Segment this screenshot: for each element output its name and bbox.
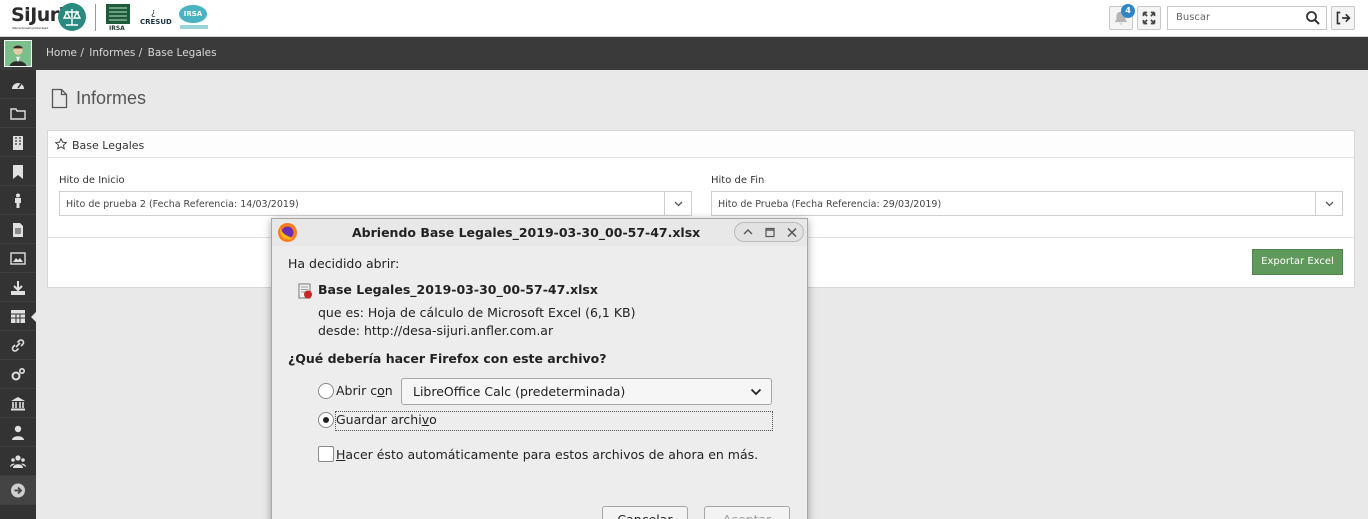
page-title: Informes: [76, 88, 147, 108]
chevron-down-icon: [750, 388, 762, 396]
sidebar-item-dashboard[interactable]: [0, 70, 36, 99]
sidebar-item-users[interactable]: [0, 447, 36, 476]
bookmark-icon: [13, 165, 23, 179]
window-controls: [734, 222, 804, 242]
hito-fin-select[interactable]: Hito de Prueba (Fecha Referencia: 29/03/…: [711, 191, 1343, 216]
logo-tagline: Sistema de Gestión Jurídica Integral: [12, 26, 48, 30]
export-excel-button[interactable]: Exportar Excel: [1252, 249, 1343, 275]
image-icon: [10, 252, 26, 265]
auto-action-checkbox[interactable]: [318, 446, 334, 462]
sidebar-item-image[interactable]: [0, 244, 36, 273]
logout-button[interactable]: [1331, 6, 1355, 30]
dialog-intro: Ha decidido abrir:: [288, 256, 400, 271]
download-dialog: Abriendo Base Legales_2019-03-30_00-57-4…: [271, 218, 808, 519]
sidebar: [0, 70, 36, 519]
sidebar-item-institution[interactable]: [0, 389, 36, 418]
dialog-titlebar[interactable]: Abriendo Base Legales_2019-03-30_00-57-4…: [272, 219, 807, 246]
breadcrumb-current: Base Legales: [147, 47, 217, 59]
folder-icon: [10, 108, 26, 120]
open-with-label[interactable]: Abrir con: [336, 383, 393, 398]
irsa-commercial-logo: IRSA: [179, 5, 207, 23]
dialog-filename: Base Legales_2019-03-30_00-57-47.xlsx: [318, 282, 598, 297]
sidebar-item-bookmark[interactable]: [0, 157, 36, 186]
top-header: SiJuri Sistema de Gestión Jurídica Integ…: [0, 0, 1368, 37]
hito-inicio-value: Hito de prueba 2 (Fecha Referencia: 14/0…: [66, 199, 299, 210]
irsa-logo-label: IRSA: [109, 25, 125, 32]
open-with-app-value: LibreOffice Calc (predeterminada): [413, 384, 626, 399]
hito-fin-label: Hito de Fin: [711, 175, 765, 186]
sidebar-item-download[interactable]: [0, 273, 36, 302]
hito-inicio-select[interactable]: Hito de prueba 2 (Fecha Referencia: 14/0…: [59, 191, 692, 216]
download-icon: [11, 281, 25, 295]
sidebar-item-person[interactable]: [0, 186, 36, 215]
save-file-radio[interactable]: [318, 412, 334, 428]
auto-action-label[interactable]: Hacer ésto automáticamente para estos ar…: [336, 447, 758, 462]
chevron-down-icon: [664, 192, 691, 215]
cancel-button[interactable]: Cancelar: [602, 506, 688, 519]
close-icon[interactable]: [784, 225, 800, 240]
dialog-question: ¿Qué debería hacer Firefox con este arch…: [288, 351, 607, 366]
sijuri-logo[interactable]: SiJuri Sistema de Gestión Jurídica Integ…: [11, 4, 65, 30]
irsa-commercial-logo-sub: [180, 25, 208, 29]
fullscreen-button[interactable]: [1137, 6, 1161, 30]
open-with-radio[interactable]: [318, 383, 334, 399]
breadcrumb: Home / Informes / Base Legales: [46, 47, 219, 59]
institution-icon: [11, 397, 25, 411]
maximize-icon[interactable]: [762, 225, 778, 240]
avatar[interactable]: [4, 40, 32, 67]
panel-header: Base Legales: [48, 131, 1354, 158]
arrow-right-circle-icon: [11, 483, 25, 498]
panel-title: Base Legales: [72, 139, 145, 152]
minimize-icon[interactable]: [740, 225, 756, 240]
star-icon: [55, 138, 67, 150]
sidebar-item-settings[interactable]: [0, 360, 36, 389]
chevron-down-icon: [1315, 192, 1342, 215]
sidebar-item-building[interactable]: [0, 128, 36, 157]
person-icon: [15, 193, 21, 208]
hito-fin-value: Hito de Prueba (Fecha Referencia: 29/03/…: [718, 199, 942, 210]
sidebar-item-links[interactable]: [0, 331, 36, 360]
sidebar-item-user[interactable]: [0, 418, 36, 447]
building-icon: [13, 136, 23, 150]
sidebar-item-reports[interactable]: [0, 302, 36, 331]
dashboard-icon: [12, 83, 24, 89]
hito-inicio-label: Hito de Inicio: [59, 175, 125, 186]
firefox-icon: [278, 223, 297, 242]
logo-divider: [95, 4, 96, 31]
sidebar-item-folder[interactable]: [0, 99, 36, 128]
save-file-label[interactable]: Guardar archivo: [336, 412, 437, 427]
logout-icon: [1336, 11, 1351, 25]
search-icon[interactable]: [1305, 10, 1321, 26]
logo-text: SiJuri: [11, 4, 65, 26]
document-icon: [13, 223, 23, 237]
dialog-file-type: que es: Hoja de cálculo de Microsoft Exc…: [318, 305, 636, 320]
search-input[interactable]: Buscar: [1167, 6, 1327, 30]
expand-icon: [1142, 11, 1156, 25]
sidebar-item-document[interactable]: [0, 215, 36, 244]
cogs-icon: [11, 367, 26, 381]
notification-badge: 4: [1121, 4, 1135, 18]
sidebar-collapse-toggle[interactable]: [0, 476, 36, 505]
spreadsheet-file-icon: [298, 283, 312, 299]
breadcrumb-home[interactable]: Home /: [46, 47, 84, 59]
breadcrumb-informes[interactable]: Informes /: [89, 47, 142, 59]
accept-button[interactable]: Aceptar: [704, 506, 790, 519]
cresud-logo-label: CRESUD: [140, 18, 172, 26]
link-icon: [11, 339, 25, 352]
table-icon: [11, 310, 25, 323]
scale-logo-icon: [58, 3, 86, 31]
dialog-file-source: desde: http://desa-sijuri.anfler.com.ar: [318, 323, 554, 338]
cresud-mark-icon: ¿: [151, 8, 156, 18]
dialog-title: Abriendo Base Legales_2019-03-30_00-57-4…: [352, 225, 701, 240]
file-outline-icon: [51, 88, 68, 109]
irsa-logo-icon: [106, 4, 130, 24]
open-with-app-select[interactable]: LibreOffice Calc (predeterminada): [401, 378, 772, 405]
user-icon: [12, 425, 24, 440]
users-icon: [10, 455, 26, 468]
